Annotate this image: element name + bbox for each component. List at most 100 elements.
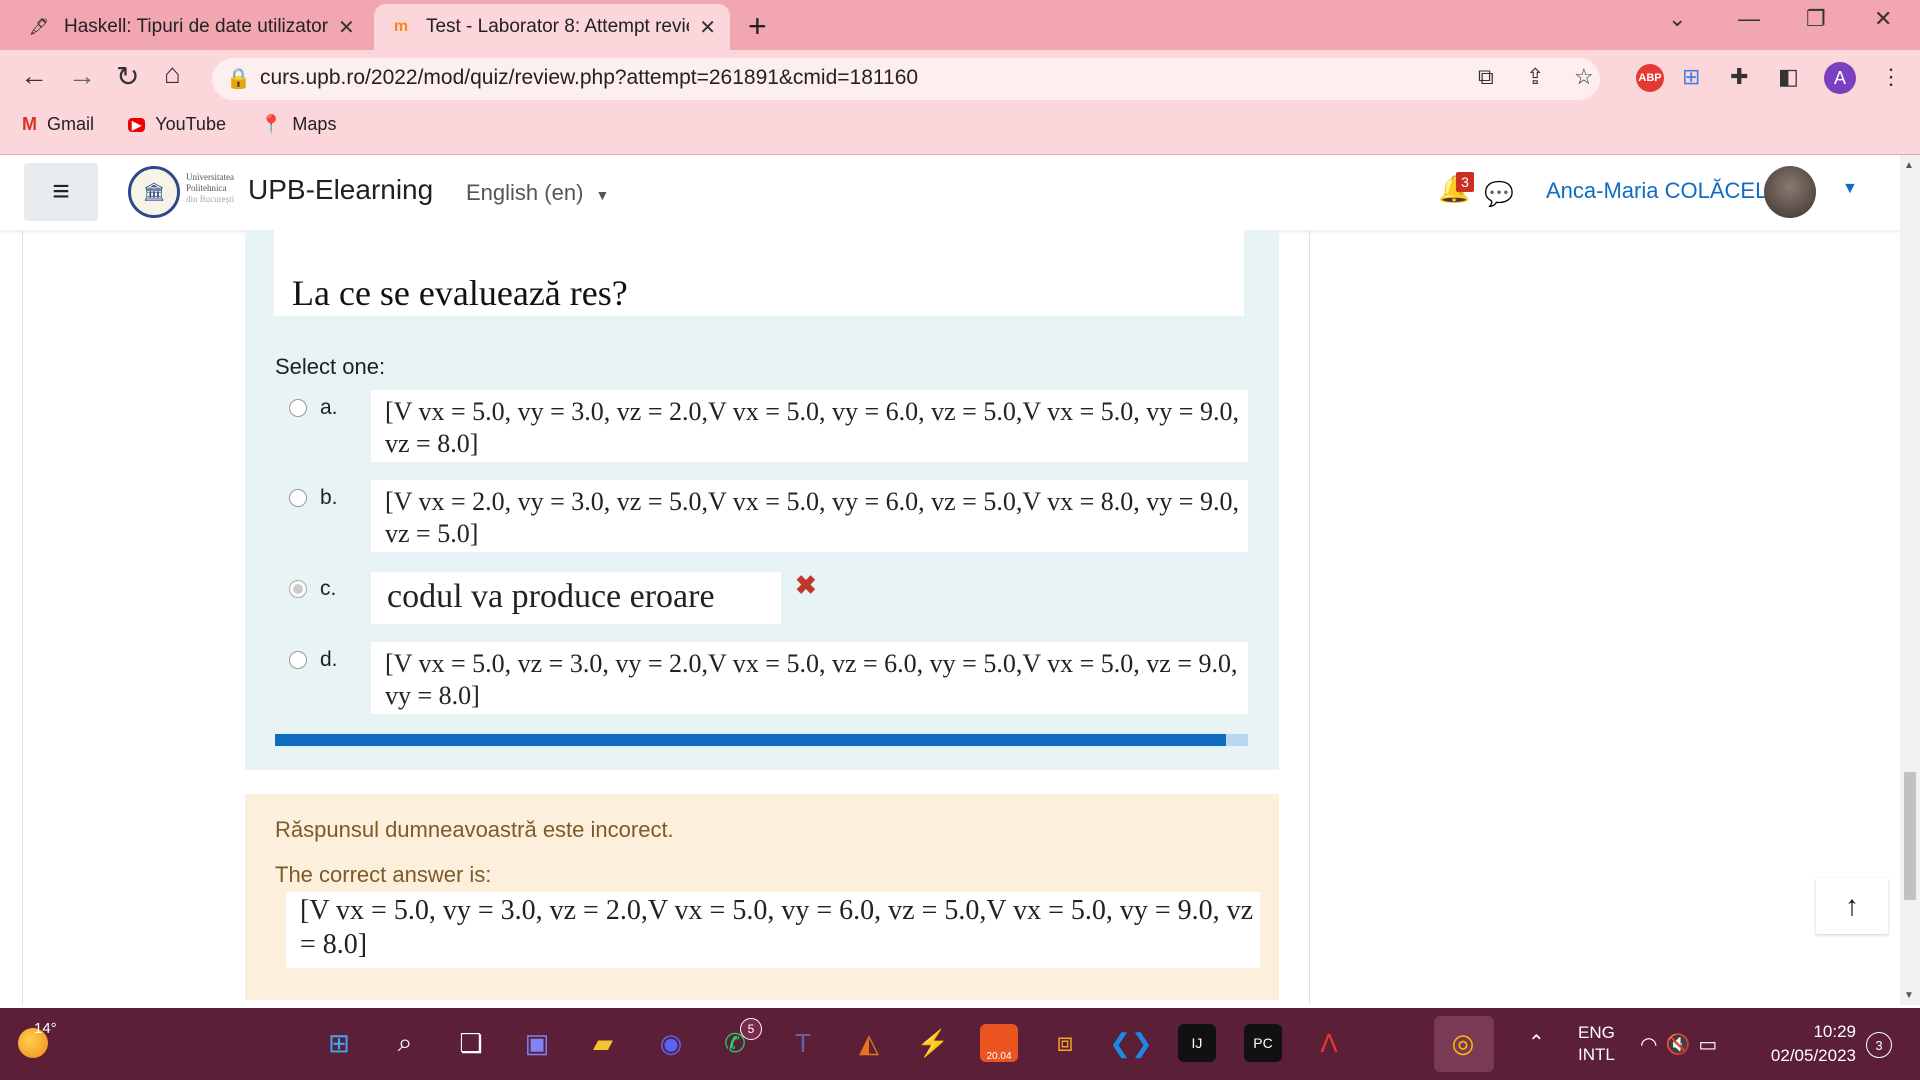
back-to-top-arrow-icon[interactable]: ↑: [1816, 878, 1888, 934]
scroll-down-arrow-icon[interactable]: ▼: [1904, 990, 1914, 1001]
url-text[interactable]: curs.upb.ro/2022/mod/quiz/review.php?att…: [260, 66, 918, 90]
side-panel-icon[interactable]: ◧: [1778, 64, 1799, 90]
restore-icon[interactable]: ❐: [1806, 6, 1826, 32]
tab-search-chevron-icon[interactable]: ⌄: [1668, 6, 1686, 32]
scrollbar-thumb[interactable]: [1904, 772, 1916, 900]
teams-chat-icon[interactable]: ▣: [518, 1024, 556, 1062]
date: 02/05/2023: [1770, 1046, 1856, 1065]
option-a-text[interactable]: [V vx = 5.0, vy = 3.0, vz = 2.0,V vx = 5…: [371, 390, 1248, 462]
logo-line: din București: [186, 194, 235, 204]
vmware-icon[interactable]: ⧈: [1046, 1024, 1084, 1062]
notification-center-badge[interactable]: 3: [1866, 1032, 1892, 1058]
option-c-text[interactable]: codul va produce eroare: [371, 572, 781, 624]
task-view-icon[interactable]: ❏: [452, 1024, 490, 1062]
option-b-radio[interactable]: [289, 489, 307, 507]
logo-line: Politehnica: [186, 183, 227, 193]
close-tab-icon[interactable]: ✕: [699, 15, 716, 40]
share-icon[interactable]: ⇪: [1526, 64, 1544, 90]
logo-line: Universitatea: [186, 172, 234, 182]
user-name[interactable]: Anca-Maria COLĂCEL: [1546, 178, 1767, 204]
time: 10:29: [1813, 1022, 1856, 1041]
clock[interactable]: 10:29 02/05/2023: [1758, 1020, 1856, 1068]
incorrect-cross-icon: ✖: [795, 570, 817, 600]
bookmark-label: YouTube: [155, 114, 226, 134]
scroll-up-arrow-icon[interactable]: ▲: [1904, 160, 1914, 171]
forward-arrow-icon[interactable]: →: [68, 60, 96, 92]
profile-avatar[interactable]: A: [1824, 62, 1856, 94]
correct-answer-text: [V vx = 5.0, vy = 3.0, vz = 2.0,V vx = 5…: [286, 892, 1260, 968]
moodle-favicon-icon: 🖋: [28, 19, 50, 36]
bookmark-maps[interactable]: 📍 Maps: [260, 114, 336, 135]
close-window-icon[interactable]: ✕: [1874, 6, 1892, 32]
adblock-icon[interactable]: ABP: [1636, 64, 1664, 92]
bookmark-star-icon[interactable]: ☆: [1574, 64, 1594, 90]
option-d-letter: d.: [320, 648, 338, 671]
option-c-radio[interactable]: [289, 580, 307, 598]
bookmark-gmail[interactable]: M Gmail: [22, 114, 94, 135]
tab-haskell[interactable]: 🖋 Haskell: Tipuri de date utilizator | ✕: [12, 4, 372, 50]
volume-muted-icon[interactable]: 🔇: [1665, 1034, 1698, 1056]
home-icon[interactable]: ⌂: [164, 58, 181, 90]
tray-overflow-chevron-icon[interactable]: ⌃: [1528, 1030, 1545, 1055]
bookmark-youtube[interactable]: ▶ YouTube: [128, 114, 226, 135]
logo-text: Universitatea Politehnica din București: [186, 172, 234, 205]
gmail-icon: M: [22, 114, 37, 134]
university-logo[interactable]: 🏛: [128, 166, 180, 218]
acrobat-icon[interactable]: Λ: [1310, 1024, 1348, 1062]
windows-taskbar: [0, 1008, 1920, 1080]
option-b-letter: b.: [320, 486, 338, 509]
select-one-label: Select one:: [275, 354, 386, 379]
wifi-icon[interactable]: ◠: [1640, 1034, 1665, 1056]
temperature[interactable]: 14°: [34, 1020, 57, 1037]
new-tab-button[interactable]: +: [748, 8, 767, 45]
right-divider: [1309, 230, 1310, 1005]
lock-icon[interactable]: 🔒: [226, 66, 251, 91]
file-explorer-icon[interactable]: ▰: [584, 1024, 622, 1062]
maps-pin-icon: 📍: [260, 114, 283, 134]
language-label: English (en): [466, 180, 584, 205]
matlab-icon[interactable]: ◭: [850, 1024, 888, 1062]
option-d-text[interactable]: [V vx = 5.0, vz = 3.0, vy = 2.0,V vx = 5…: [371, 642, 1248, 714]
pycharm-icon[interactable]: PC: [1244, 1024, 1282, 1062]
correct-answer-label: The correct answer is:: [275, 862, 492, 887]
caret-down-icon: ▼: [595, 187, 610, 203]
minimize-icon[interactable]: —: [1738, 6, 1760, 32]
windows-start-icon[interactable]: ⊞: [320, 1024, 358, 1062]
bookmark-label: Maps: [292, 114, 337, 134]
bookmark-label: Gmail: [47, 114, 95, 134]
moodle-favicon-icon: m: [393, 18, 409, 35]
ubuntu-wsl-icon[interactable]: 20.04: [980, 1024, 1018, 1062]
kebab-menu-icon[interactable]: ⋮: [1880, 64, 1902, 90]
tray-icons[interactable]: ◠🔇▭: [1640, 1032, 1725, 1057]
messages-chat-icon[interactable]: 💬: [1484, 180, 1514, 209]
chrome-icon[interactable]: ◎: [1444, 1024, 1482, 1062]
user-avatar[interactable]: [1764, 166, 1816, 218]
google-translate-icon[interactable]: ⊞: [1682, 64, 1700, 90]
option-a-radio[interactable]: [289, 399, 307, 417]
battery-icon[interactable]: ▭: [1698, 1034, 1725, 1056]
discord-icon[interactable]: ◉: [652, 1024, 690, 1062]
close-tab-icon[interactable]: ✕: [338, 15, 355, 40]
back-arrow-icon[interactable]: ←: [20, 60, 48, 92]
teams-icon[interactable]: T: [784, 1024, 822, 1062]
hamburger-menu-icon[interactable]: ≡: [24, 163, 98, 221]
youtube-icon: ▶: [128, 117, 146, 132]
translate-page-icon[interactable]: ⧉: [1478, 64, 1494, 90]
option-a-letter: a.: [320, 396, 338, 419]
option-b-text[interactable]: [V vx = 2.0, vy = 3.0, vz = 5.0,V vx = 5…: [371, 480, 1248, 552]
site-name[interactable]: UPB-Elearning: [248, 174, 433, 206]
extensions-puzzle-icon[interactable]: ✚: [1730, 64, 1748, 90]
language-menu[interactable]: English (en) ▼: [466, 180, 609, 206]
vscode-icon[interactable]: ❮❯: [1109, 1024, 1153, 1062]
reload-icon[interactable]: ↻: [116, 60, 139, 93]
option-d-radio[interactable]: [289, 651, 307, 669]
tab-title: Haskell: Tipuri de date utilizator |: [64, 16, 328, 37]
lang-bottom: INTL: [1578, 1045, 1615, 1064]
user-menu-caret-icon[interactable]: ▼: [1842, 180, 1858, 198]
tab-title: Test - Laborator 8: Attempt review: [425, 16, 690, 37]
logisim-icon[interactable]: ⚡: [914, 1024, 952, 1062]
input-language[interactable]: ENG INTL: [1578, 1022, 1615, 1066]
search-icon[interactable]: ⌕: [386, 1024, 424, 1062]
intellij-icon[interactable]: IJ: [1178, 1024, 1216, 1062]
tab-test-review[interactable]: m Test - Laborator 8: Attempt review ✕: [374, 4, 730, 50]
